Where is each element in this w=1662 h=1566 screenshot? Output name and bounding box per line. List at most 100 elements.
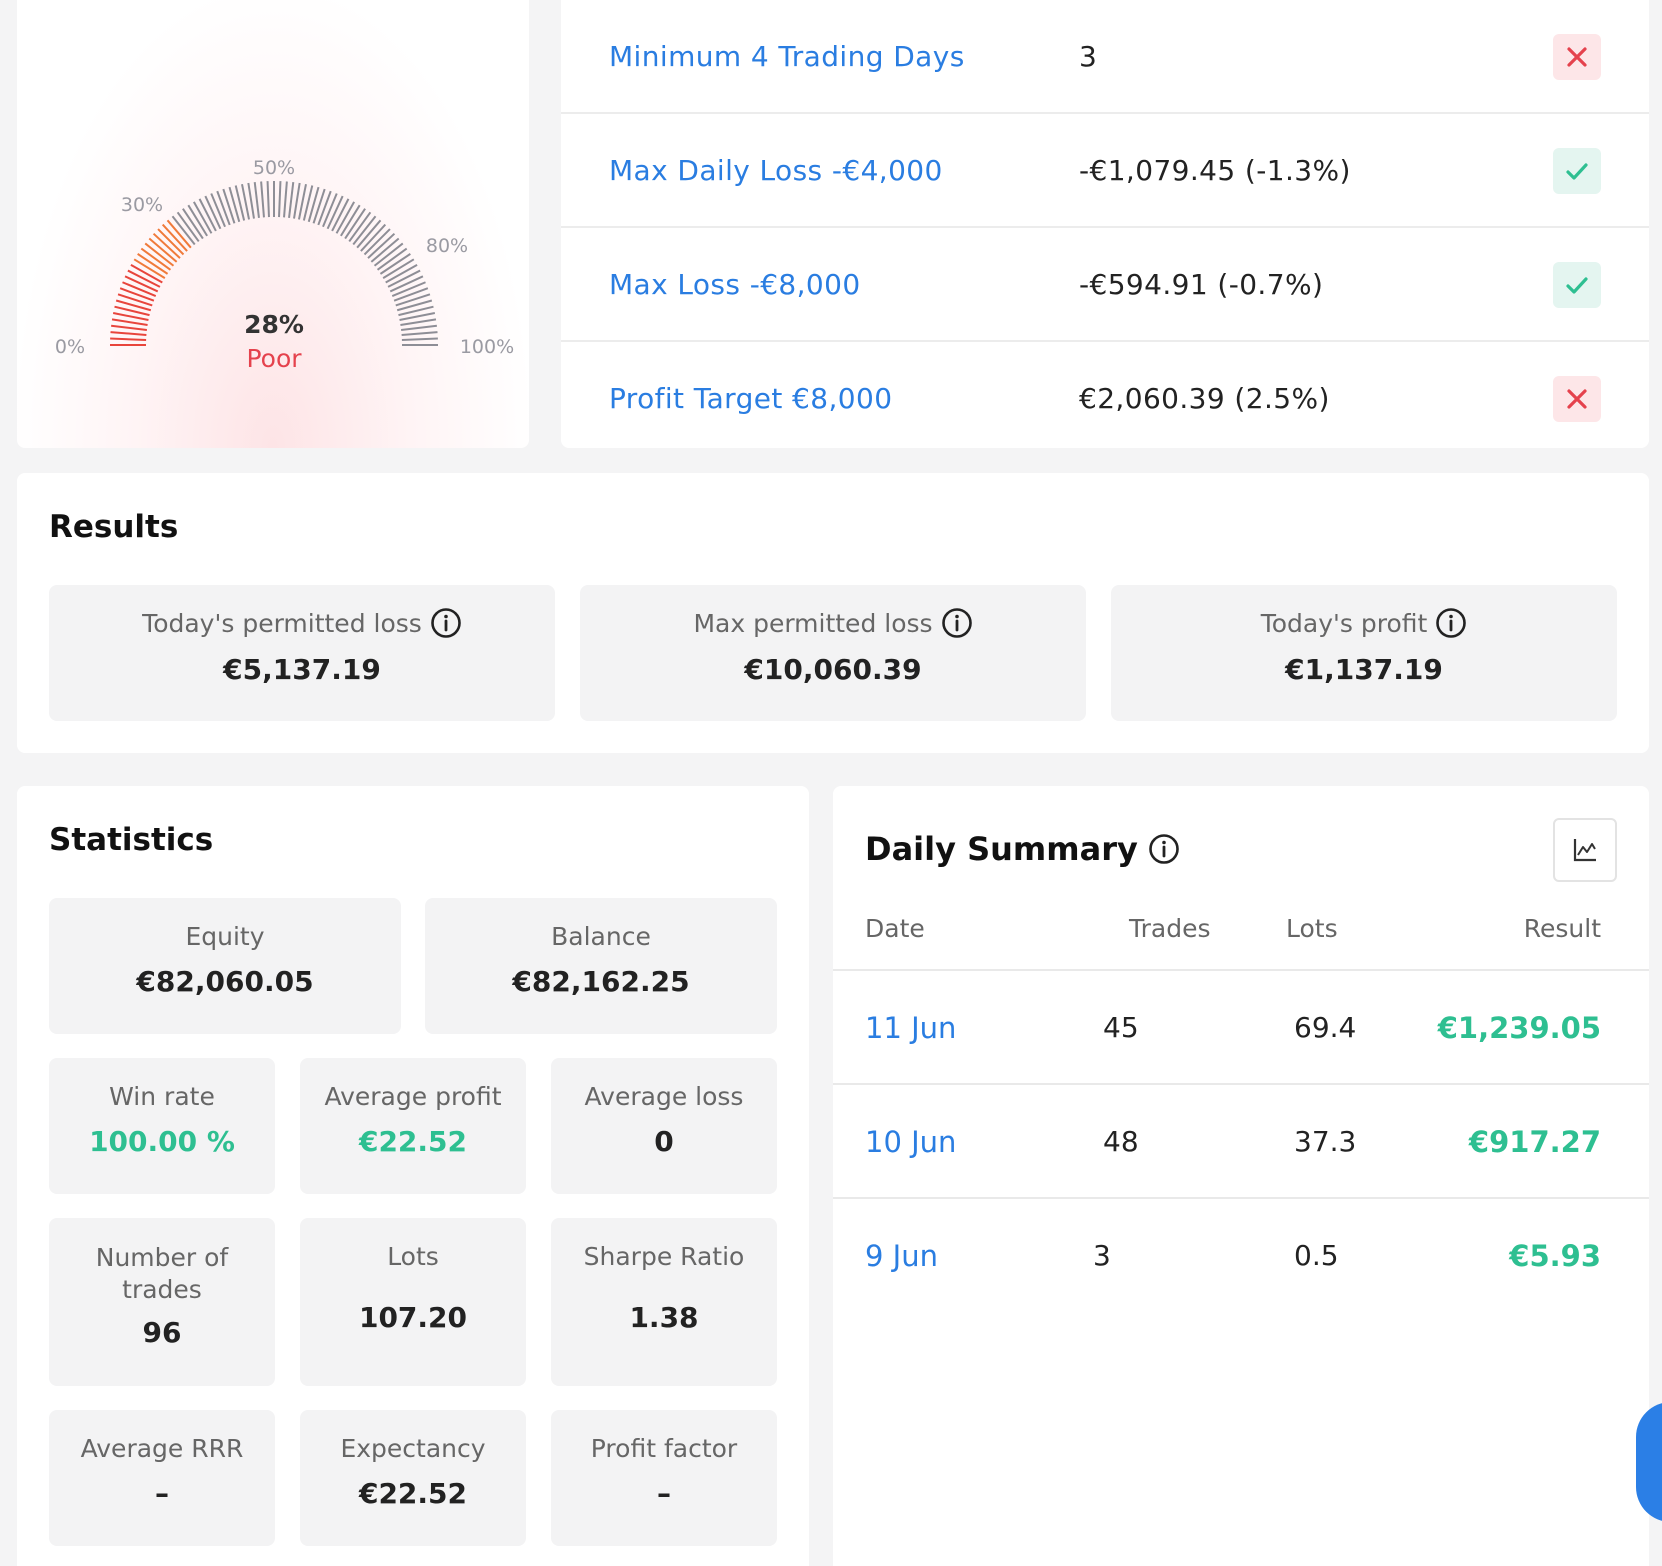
gauge-tick bbox=[111, 324, 148, 331]
objective-status-badge bbox=[1553, 148, 1601, 194]
gauge-tick bbox=[393, 287, 429, 302]
info-icon[interactable] bbox=[430, 607, 462, 639]
gauge-tick bbox=[111, 318, 148, 326]
gauge-tick bbox=[401, 337, 438, 341]
chart-view-button[interactable] bbox=[1553, 818, 1617, 882]
row-date[interactable]: 9 Jun bbox=[865, 1199, 938, 1313]
objective-name[interactable]: Minimum 4 Trading Days bbox=[609, 0, 965, 114]
tile-label: Balance bbox=[551, 922, 651, 951]
tile-value: 96 bbox=[142, 1316, 182, 1349]
tile-label: Lots bbox=[387, 1242, 439, 1271]
tile-value: €82,060.05 bbox=[136, 965, 314, 998]
tile-label: Number of trades bbox=[95, 1243, 229, 1304]
trading-objectives-table: Minimum 4 Trading Days 3 Max Daily Loss … bbox=[561, 0, 1649, 448]
gauge-label-80: 80% bbox=[426, 235, 468, 257]
tile-label: Equity bbox=[185, 922, 265, 951]
average-profit-tile: Average profit €22.52 bbox=[300, 1058, 526, 1194]
row-date[interactable]: 11 Jun bbox=[865, 971, 956, 1085]
tile-value: €5,137.19 bbox=[223, 653, 381, 686]
gauge-tick bbox=[401, 331, 438, 336]
info-icon[interactable] bbox=[941, 607, 973, 639]
results-section: Results Today's permitted loss €5,137.19… bbox=[17, 473, 1649, 753]
win-rate-tile: Win rate 100.00 % bbox=[49, 1058, 275, 1194]
row-lots: 69.4 bbox=[1294, 1011, 1357, 1044]
average-loss-tile: Average loss 0 bbox=[551, 1058, 777, 1194]
line-chart-icon bbox=[1573, 839, 1596, 862]
gauge-tick bbox=[312, 188, 326, 224]
check-icon bbox=[1566, 277, 1588, 294]
objective-row-max-loss: Max Loss -€8,000 -€594.91 (-0.7%) bbox=[561, 228, 1649, 342]
row-result: €5.93 bbox=[1509, 1239, 1601, 1273]
objective-name[interactable]: Max Loss -€8,000 bbox=[609, 228, 861, 342]
row-trades: 48 bbox=[1103, 1125, 1139, 1158]
gauge-tick bbox=[247, 182, 255, 219]
todays-profit-tile: Today's profit €1,137.19 bbox=[1111, 585, 1617, 721]
results-title: Results bbox=[49, 509, 179, 545]
chat-support-button[interactable] bbox=[1636, 1402, 1662, 1522]
tile-label: Today's profit bbox=[1260, 608, 1428, 638]
objective-row-min-trading-days: Minimum 4 Trading Days 3 bbox=[561, 0, 1649, 114]
tile-value: 107.20 bbox=[358, 1301, 468, 1334]
gauge-label-30: 30% bbox=[121, 194, 163, 216]
tile-value: €22.52 bbox=[358, 1477, 468, 1510]
gauge-label-50: 50% bbox=[253, 157, 295, 179]
gauge-percent: 28% bbox=[244, 310, 304, 339]
score-gauge: 0% 30% 50% 80% 100% 28% Poor bbox=[55, 157, 514, 373]
profit-factor-tile: Profit factor – bbox=[551, 1410, 777, 1546]
tile-value: €22.52 bbox=[358, 1125, 468, 1158]
tile-value: €10,060.39 bbox=[744, 653, 922, 686]
gauge-tick bbox=[283, 181, 288, 218]
row-date[interactable]: 10 Jun bbox=[865, 1085, 956, 1199]
gauge-tick bbox=[216, 190, 231, 226]
column-header-date[interactable]: Date bbox=[865, 914, 925, 943]
daily-summary-header: Daily Summary bbox=[865, 830, 1180, 868]
gauge-tick bbox=[400, 324, 437, 331]
number-of-trades-tile: Number of trades 96 bbox=[49, 1218, 275, 1386]
tile-value: 100.00 % bbox=[89, 1125, 235, 1158]
tile-label: Expectancy bbox=[340, 1434, 486, 1463]
tile-label: Today's permitted loss bbox=[142, 608, 422, 638]
column-header-lots[interactable]: Lots bbox=[1286, 914, 1338, 943]
info-icon[interactable] bbox=[1435, 607, 1467, 639]
tile-label: Win rate bbox=[109, 1082, 215, 1111]
info-icon[interactable] bbox=[1148, 833, 1180, 865]
equity-tile: Equity €82,060.05 bbox=[49, 898, 401, 1034]
check-icon bbox=[1566, 163, 1588, 180]
gauge-tick bbox=[395, 293, 431, 307]
todays-permitted-loss-tile: Today's permitted loss €5,137.19 bbox=[49, 585, 555, 721]
tile-label: Sharpe Ratio bbox=[583, 1242, 745, 1271]
gauge-tick bbox=[293, 182, 301, 219]
score-gauge-card: 0% 30% 50% 80% 100% 28% Poor bbox=[17, 0, 529, 448]
tile-value: – bbox=[155, 1477, 169, 1510]
column-header-trades[interactable]: Trades bbox=[1129, 914, 1210, 943]
expectancy-tile: Expectancy €22.52 bbox=[300, 1410, 526, 1546]
average-rrr-tile: Average RRR – bbox=[49, 1410, 275, 1546]
tile-value: 1.38 bbox=[629, 1301, 699, 1334]
balance-tile: Balance €82,162.25 bbox=[425, 898, 777, 1034]
table-row[interactable]: 11 Jun 45 69.4 €1,239.05 bbox=[833, 971, 1649, 1085]
daily-summary-section: Daily Summary Date Trades Lots Result 11… bbox=[833, 786, 1649, 1566]
objective-name[interactable]: Max Daily Loss -€4,000 bbox=[609, 114, 943, 228]
column-header-result[interactable]: Result bbox=[1524, 914, 1601, 943]
gauge-tick bbox=[288, 182, 295, 219]
row-lots: 0.5 bbox=[1294, 1239, 1339, 1272]
gauge-tick bbox=[317, 190, 332, 226]
row-trades: 45 bbox=[1103, 1011, 1139, 1044]
objective-row-max-daily-loss: Max Daily Loss -€4,000 -€1,079.45 (-1.3%… bbox=[561, 114, 1649, 228]
gauge-label-100: 100% bbox=[460, 336, 514, 358]
objective-row-profit-target: Profit Target €8,000 €2,060.39 (2.5%) bbox=[561, 342, 1649, 456]
objective-status-badge bbox=[1553, 262, 1601, 308]
table-row[interactable]: 10 Jun 48 37.3 €917.27 bbox=[833, 1085, 1649, 1199]
objective-name[interactable]: Profit Target €8,000 bbox=[609, 342, 892, 456]
row-trades: 3 bbox=[1093, 1239, 1111, 1272]
row-lots: 37.3 bbox=[1294, 1125, 1357, 1158]
table-row[interactable]: 9 Jun 3 0.5 €5.93 bbox=[833, 1199, 1649, 1313]
tile-label: Profit factor bbox=[590, 1434, 738, 1463]
objective-value: €2,060.39 (2.5%) bbox=[1079, 382, 1330, 415]
tile-value: €82,162.25 bbox=[512, 965, 690, 998]
daily-summary-title: Daily Summary bbox=[865, 830, 1138, 868]
objective-value: -€594.91 (-0.7%) bbox=[1079, 268, 1324, 301]
statistics-section: Statistics Equity €82,060.05 Balance €82… bbox=[17, 786, 809, 1566]
gauge-label-0: 0% bbox=[55, 336, 85, 358]
statistics-title: Statistics bbox=[49, 822, 214, 858]
